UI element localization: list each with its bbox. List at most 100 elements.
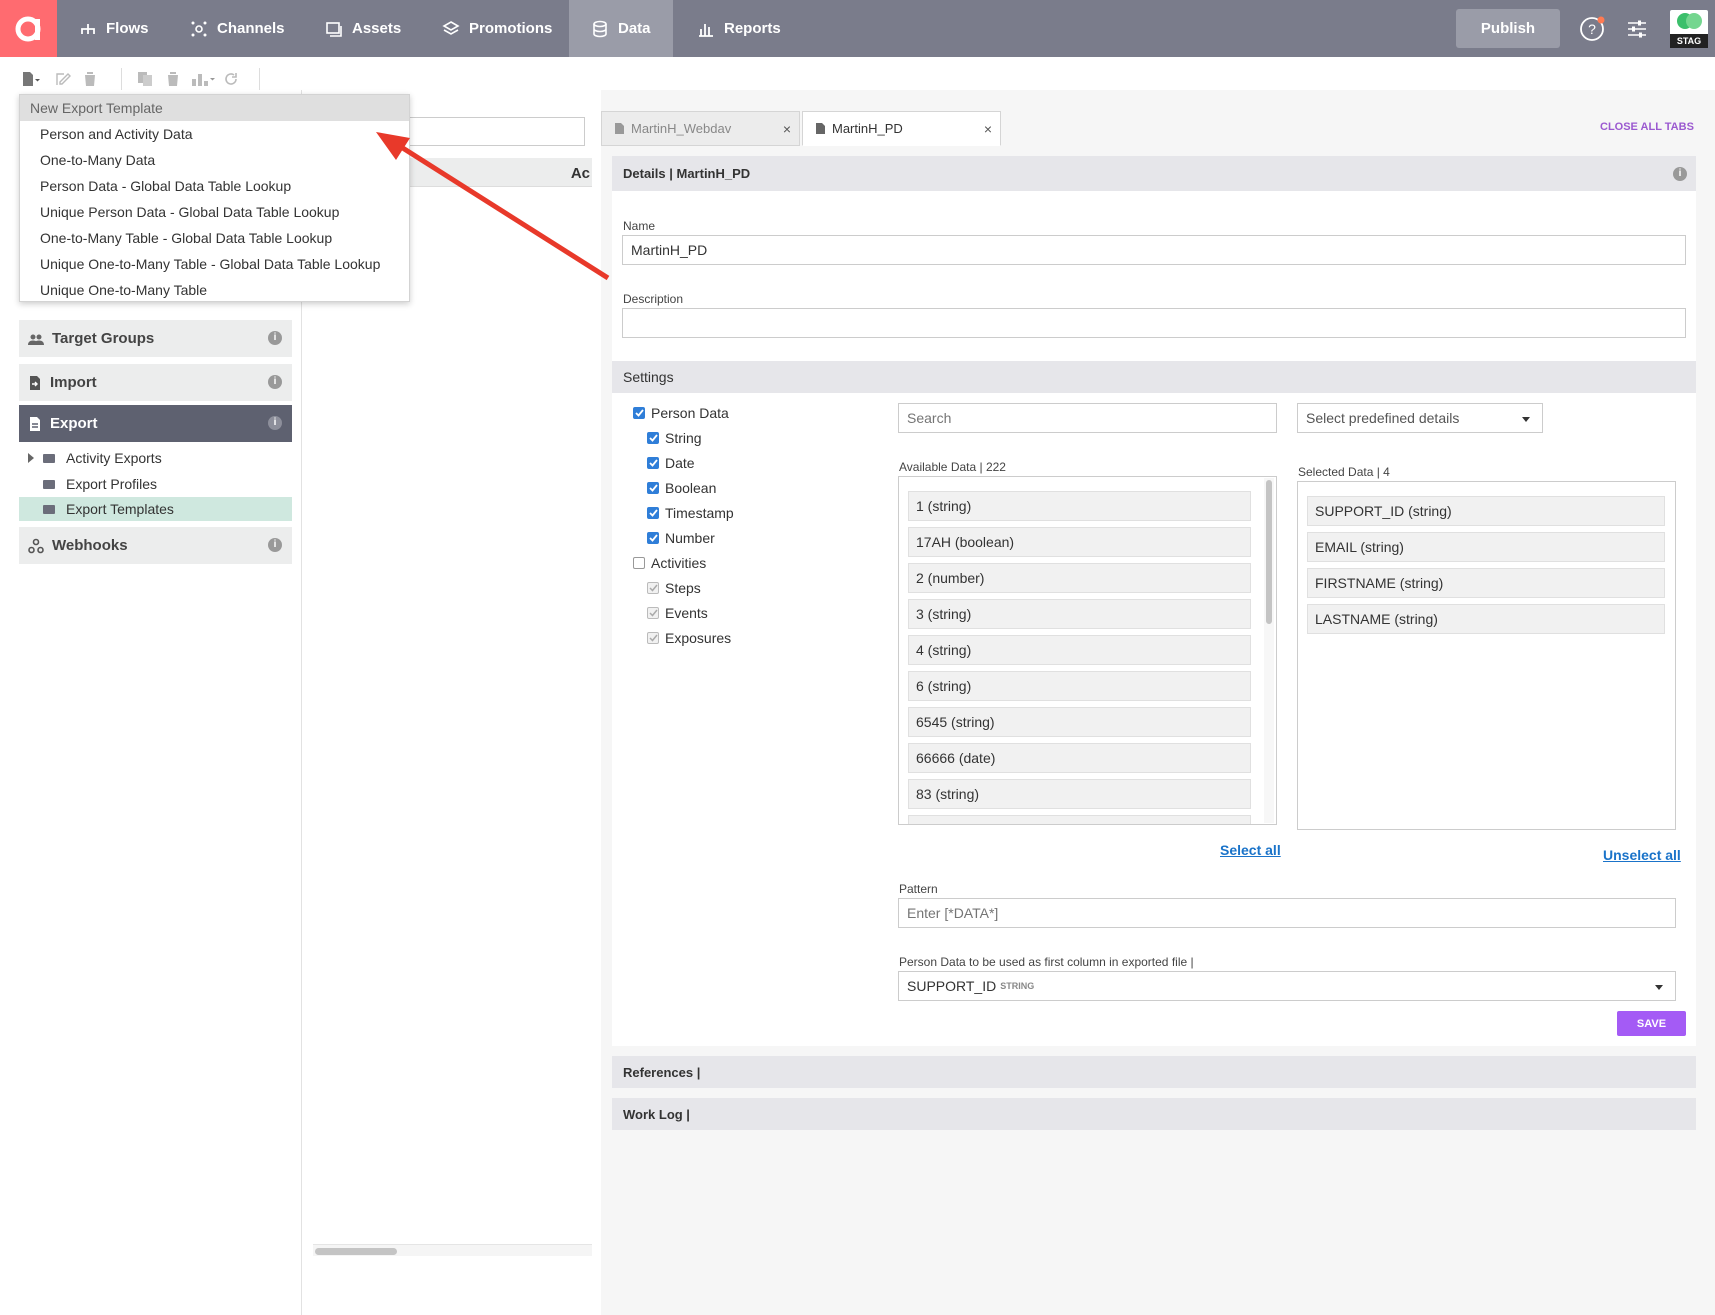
checkbox-label: String (665, 430, 702, 446)
select-all-link[interactable]: Select all (1220, 842, 1281, 858)
checkbox-activities[interactable]: Activities (633, 555, 706, 571)
available-item[interactable]: 4 (string) (908, 635, 1251, 665)
tab-martinh-pd[interactable]: MartinH_PD × (802, 111, 1001, 146)
checkbox-disabled-icon[interactable] (647, 582, 659, 594)
tab-martinh-webdav[interactable]: MartinH_Webdav × (601, 111, 800, 146)
available-item[interactable]: 6545 (string) (908, 707, 1251, 737)
checkbox-steps[interactable]: Steps (647, 580, 701, 596)
info-icon[interactable]: i (268, 375, 282, 389)
section-target-groups[interactable]: Target Groups i (19, 320, 292, 357)
nav-flows[interactable]: Flows (57, 0, 171, 57)
info-icon[interactable]: i (268, 416, 282, 430)
publish-button[interactable]: Publish (1456, 9, 1560, 48)
nav-promotions[interactable]: Promotions (420, 0, 574, 57)
menu-item[interactable]: Person and Activity Data (20, 121, 409, 147)
scrollbar-thumb[interactable] (315, 1248, 397, 1255)
new-file-icon[interactable] (21, 69, 41, 89)
settings-sliders-icon[interactable] (1626, 18, 1648, 40)
nav-assets[interactable]: Assets (303, 0, 423, 57)
first-column-select[interactable]: SUPPORT_ID STRING (898, 971, 1676, 1001)
checkbox-person-data[interactable]: Person Data (633, 405, 729, 421)
close-all-tabs-link[interactable]: CLOSE ALL TABS (1600, 121, 1694, 133)
edit-icon[interactable] (53, 69, 73, 89)
checkbox-checked-icon[interactable] (647, 507, 659, 519)
selected-item[interactable]: LASTNAME (string) (1307, 604, 1665, 634)
checkbox-string[interactable]: String (647, 430, 702, 446)
checkbox-checked-icon[interactable] (647, 432, 659, 444)
section-label: Webhooks (52, 537, 128, 554)
checkbox-checked-icon[interactable] (647, 532, 659, 544)
environment-badge[interactable]: STAG (1670, 10, 1708, 48)
checkbox-label: Events (665, 605, 708, 621)
data-search-input[interactable] (898, 403, 1277, 433)
menu-item[interactable]: One-to-Many Data (20, 147, 409, 173)
tree-item-label: Export Profiles (66, 476, 158, 492)
section-webhooks[interactable]: Webhooks i (19, 527, 292, 564)
checkbox-checked-icon[interactable] (647, 482, 659, 494)
pattern-input[interactable] (898, 898, 1676, 928)
checkbox-exposures[interactable]: Exposures (647, 630, 731, 646)
help-icon[interactable]: ? (1579, 16, 1605, 42)
references-header[interactable]: References | (612, 1056, 1696, 1088)
chevron-right-icon[interactable] (28, 453, 34, 463)
scrollbar-thumb[interactable] (1266, 480, 1272, 624)
menu-item[interactable]: Person Data - Global Data Table Lookup (20, 173, 409, 199)
available-item[interactable]: 17AH (boolean) (908, 527, 1251, 557)
menu-item[interactable]: Unique One-to-Many Table (20, 277, 409, 303)
available-item[interactable]: 83 (string) (908, 779, 1251, 809)
checkbox-events[interactable]: Events (647, 605, 708, 621)
checkbox-checked-icon[interactable] (647, 457, 659, 469)
tree-item-export-profiles[interactable]: Export Profiles (19, 472, 292, 496)
checkbox-label: Timestamp (665, 505, 734, 521)
available-item[interactable]: 3 (string) (908, 599, 1251, 629)
close-icon[interactable]: × (984, 121, 992, 137)
predefined-details-select[interactable]: Select predefined details (1297, 403, 1543, 433)
checkbox-disabled-icon[interactable] (647, 607, 659, 619)
available-item[interactable]: 6 (string) (908, 671, 1251, 701)
checkbox-checked-icon[interactable] (633, 407, 645, 419)
info-icon[interactable]: i (268, 331, 282, 345)
save-button[interactable]: SAVE (1617, 1011, 1686, 1036)
checkbox-unchecked-icon[interactable] (633, 557, 645, 569)
available-item[interactable]: 66666 (date) (908, 743, 1251, 773)
app-logo[interactable] (0, 0, 57, 57)
menu-item[interactable]: One-to-Many Table - Global Data Table Lo… (20, 225, 409, 251)
menu-item[interactable]: Unique One-to-Many Table - Global Data T… (20, 251, 409, 277)
delete-icon[interactable] (80, 69, 100, 89)
selected-item[interactable]: FIRSTNAME (string) (1307, 568, 1665, 598)
checkbox-timestamp[interactable]: Timestamp (647, 505, 734, 521)
nav-data[interactable]: Data (569, 0, 673, 57)
tree-item-export-templates[interactable]: Export Templates (19, 497, 292, 521)
available-item[interactable]: 1 (string) (908, 491, 1251, 521)
worklog-header[interactable]: Work Log | (612, 1098, 1696, 1130)
vertical-scrollbar[interactable] (1264, 478, 1274, 823)
selected-item[interactable]: SUPPORT_ID (string) (1307, 496, 1665, 526)
section-import[interactable]: Import i (19, 364, 292, 401)
copy-icon[interactable] (136, 69, 156, 89)
description-input[interactable] (622, 308, 1686, 338)
move-icon[interactable] (190, 69, 216, 89)
info-icon[interactable]: i (268, 538, 282, 552)
details-header[interactable]: Details | MartinH_PD i (612, 156, 1696, 191)
settings-header[interactable]: Settings (612, 361, 1696, 393)
name-input[interactable]: MartinH_PD (622, 235, 1686, 265)
nav-channels-label: Channels (217, 20, 285, 37)
checkbox-disabled-icon[interactable] (647, 632, 659, 644)
horizontal-scrollbar[interactable] (313, 1244, 592, 1256)
info-icon[interactable]: i (1673, 167, 1687, 181)
available-item[interactable]: 2 (number) (908, 563, 1251, 593)
checkbox-date[interactable]: Date (647, 455, 695, 471)
checkbox-boolean[interactable]: Boolean (647, 480, 716, 496)
unselect-all-link[interactable]: Unselect all (1603, 847, 1681, 863)
webhooks-icon (28, 538, 44, 553)
nav-channels[interactable]: Channels (168, 0, 307, 57)
tree-item-activity-exports[interactable]: Activity Exports (19, 446, 292, 470)
refresh-icon[interactable] (221, 69, 241, 89)
nav-reports[interactable]: Reports (675, 0, 803, 57)
trash-icon[interactable] (163, 69, 183, 89)
close-icon[interactable]: × (783, 121, 791, 137)
section-export[interactable]: Export i (19, 405, 292, 442)
checkbox-number[interactable]: Number (647, 530, 715, 546)
menu-item[interactable]: Unique Person Data - Global Data Table L… (20, 199, 409, 225)
selected-item[interactable]: EMAIL (string) (1307, 532, 1665, 562)
